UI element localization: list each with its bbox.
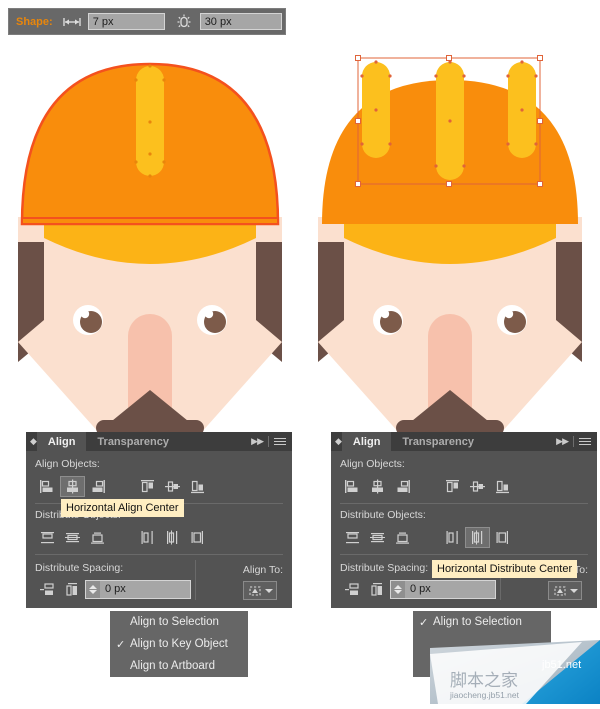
align-panel-left: ◆ Align Transparency ▶▶ Align Objects: D…: [26, 432, 292, 608]
tab-align[interactable]: Align: [36, 432, 87, 451]
artwork-left[interactable]: [0, 42, 300, 432]
align-to-dropdown-menu-left[interactable]: Align to Selection Align to Key Object A…: [110, 611, 248, 677]
tab-transparency-label: Transparency: [402, 435, 474, 448]
vertical-align-bottom-button[interactable]: [490, 476, 515, 497]
menu-item-label: Align to Artboard: [130, 660, 216, 672]
horizontal-align-center-button[interactable]: [60, 475, 85, 497]
vertical-align-top-button[interactable]: [135, 476, 160, 497]
distribute-spacing-input[interactable]: 0 px: [100, 581, 190, 598]
distribute-objects-row: [340, 526, 588, 548]
vertical-distribute-bottom-button[interactable]: [390, 527, 415, 548]
horizontal-distribute-left-button[interactable]: [135, 527, 160, 548]
chevron-down-icon: [264, 588, 273, 593]
panel-tab-bar: ◆ Align Transparency ▶▶: [331, 432, 597, 451]
shape-corner-radius-input[interactable]: 30 px: [199, 13, 282, 30]
vertical-distribute-top-button[interactable]: [340, 527, 365, 548]
panel-tab-bar: ◆ Align Transparency ▶▶: [26, 432, 292, 451]
vertical-distribute-bottom-button[interactable]: [85, 527, 110, 548]
vertical-distribute-spacing-button[interactable]: [340, 579, 365, 600]
double-arrow-icon[interactable]: ▶▶: [556, 436, 569, 447]
panel-grip-icon[interactable]: ◆: [331, 432, 342, 451]
align-to-label: Align To:: [242, 564, 283, 576]
align-to-selection-icon: [554, 586, 566, 595]
vertical-distribute-spacing-button[interactable]: [35, 579, 60, 600]
double-arrow-icon[interactable]: ▶▶: [251, 436, 264, 447]
align-objects-label: Align Objects:: [340, 458, 405, 470]
vertical-align-middle-button[interactable]: [465, 476, 490, 497]
distribute-objects-label: Distribute Objects:: [340, 509, 426, 521]
menu-item-align-to-selection[interactable]: Align to Selection: [110, 611, 248, 633]
menu-item-align-to-artboard[interactable]: Align to Artboard: [110, 655, 248, 677]
horizontal-distribute-left-button[interactable]: [440, 527, 465, 548]
shape-width-input[interactable]: 7 px: [87, 13, 165, 30]
vertical-align-top-button[interactable]: [440, 476, 465, 497]
shape-label: Shape:: [16, 15, 53, 28]
width-arrows-icon: [61, 12, 83, 32]
align-to-dropdown-button[interactable]: [547, 581, 582, 600]
tab-align[interactable]: Align: [341, 432, 392, 451]
tab-transparency-label: Transparency: [97, 435, 169, 448]
distribute-spacing-stepper[interactable]: 0 px: [85, 580, 191, 599]
divider: [573, 436, 574, 447]
tab-align-label: Align: [47, 435, 76, 448]
align-to-dropdown-menu-right[interactable]: Align to Selection: [413, 611, 551, 677]
panel-menu-icon[interactable]: [274, 438, 286, 445]
vertical-align-middle-button[interactable]: [160, 476, 185, 497]
align-objects-row: [340, 475, 588, 497]
vertical-distribute-center-button[interactable]: [60, 527, 85, 548]
menu-item-label: Align to Selection: [433, 616, 522, 628]
corner-radius-icon: [173, 12, 195, 32]
horizontal-distribute-spacing-button[interactable]: [365, 579, 390, 600]
tab-transparency[interactable]: Transparency: [86, 432, 180, 451]
divider: [268, 436, 269, 447]
distribute-spacing-label: Distribute Spacing:: [35, 562, 124, 574]
distribute-objects-row: [35, 526, 283, 548]
spinner-arrows-icon[interactable]: [86, 581, 100, 598]
tab-transparency[interactable]: Transparency: [391, 432, 485, 451]
divider: [340, 554, 588, 555]
align-objects-row: [35, 475, 283, 497]
spacing-row: Distribute Spacing: 0 px: [35, 560, 283, 600]
distribute-spacing-stepper[interactable]: 0 px: [390, 580, 496, 599]
panel-grip-icon[interactable]: ◆: [26, 432, 37, 451]
horizontal-align-center-button[interactable]: [365, 476, 390, 497]
vertical-align-bottom-button[interactable]: [185, 476, 210, 497]
shape-control-bar: Shape: 7 px 30 px: [0, 0, 294, 42]
horizontal-distribute-center-button[interactable]: [465, 526, 490, 548]
horizontal-align-right-button[interactable]: [390, 476, 415, 497]
horizontal-align-left-button[interactable]: [340, 476, 365, 497]
vertical-distribute-top-button[interactable]: [35, 527, 60, 548]
divider: [195, 560, 196, 600]
divider: [340, 503, 588, 504]
horizontal-distribute-center-button[interactable]: [160, 527, 185, 548]
align-panel-right: ◆ Align Transparency ▶▶ Align Objects: D…: [331, 432, 597, 608]
align-to-selection-icon: [249, 586, 261, 595]
shape-control-bar-inner: Shape: 7 px 30 px: [8, 8, 286, 35]
menu-item-align-to-key-object[interactable]: Align to Key Object: [110, 633, 248, 655]
tooltip-horizontal-align-center: Horizontal Align Center: [61, 499, 184, 517]
horizontal-align-right-button[interactable]: [85, 476, 110, 497]
tooltip-horizontal-distribute-center: Horizontal Distribute Center: [432, 560, 578, 578]
tab-align-label: Align: [352, 435, 381, 448]
horizontal-align-left-button[interactable]: [35, 476, 60, 497]
menu-item-label: Align to Selection: [130, 616, 219, 628]
artwork-right[interactable]: [300, 42, 600, 432]
distribute-spacing-input[interactable]: 0 px: [405, 581, 495, 598]
watermark-url: jiaocheng.jb51.net: [449, 690, 520, 700]
divider: [35, 554, 283, 555]
menu-item-align-to-selection[interactable]: Align to Selection: [413, 611, 551, 633]
align-to-dropdown-button[interactable]: [242, 581, 277, 600]
chevron-down-icon: [569, 588, 578, 593]
align-objects-label: Align Objects:: [35, 458, 100, 470]
vertical-distribute-center-button[interactable]: [365, 527, 390, 548]
horizontal-distribute-right-button[interactable]: [490, 527, 515, 548]
spinner-arrows-icon[interactable]: [391, 581, 405, 598]
horizontal-distribute-right-button[interactable]: [185, 527, 210, 548]
menu-item-label: Align to Key Object: [130, 638, 228, 650]
panel-menu-icon[interactable]: [579, 438, 591, 445]
horizontal-distribute-spacing-button[interactable]: [60, 579, 85, 600]
